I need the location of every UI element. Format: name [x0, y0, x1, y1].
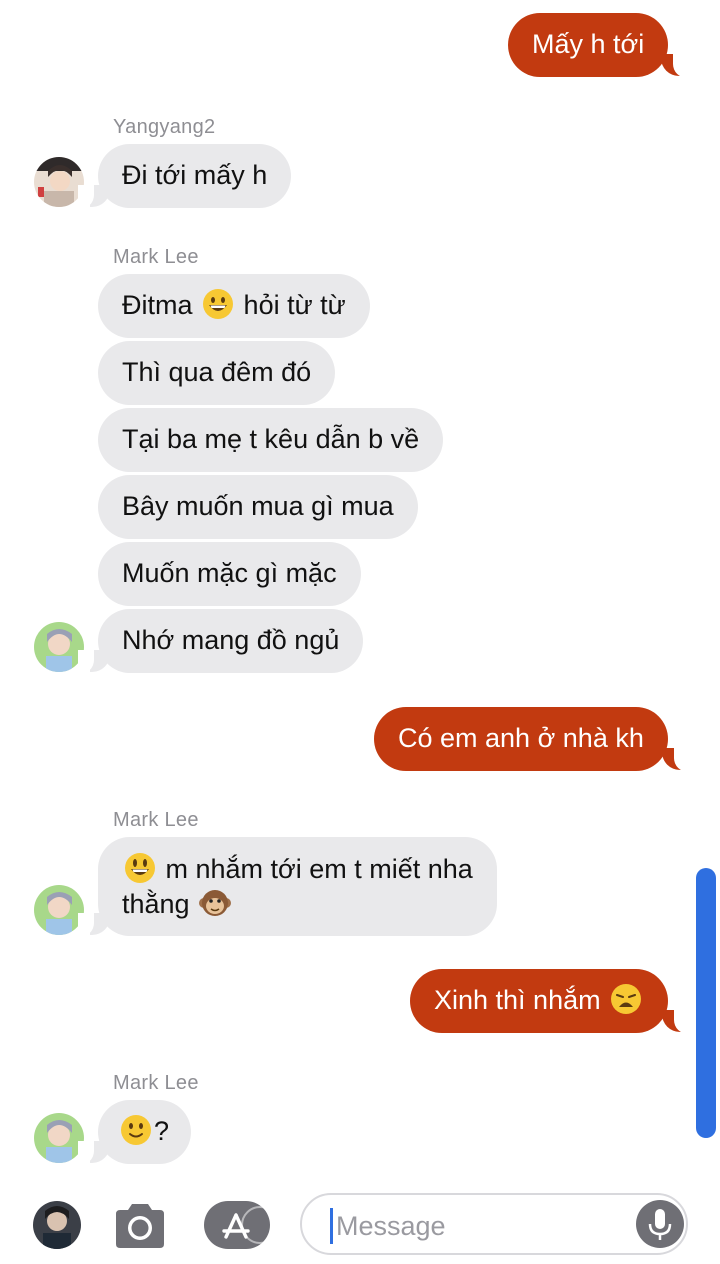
slightly-smiling-face-emoji: [121, 1115, 151, 1145]
avatar-mark-lee[interactable]: [34, 622, 84, 672]
outgoing-message[interactable]: Mấy h tới: [508, 13, 669, 77]
message-text: Muốn mặc gì mặc: [122, 558, 337, 588]
app-store-icon[interactable]: [204, 1201, 279, 1249]
avatar-mark-lee[interactable]: [34, 885, 84, 935]
message-text: hỏi từ từ: [243, 290, 346, 320]
scrollbar[interactable]: [696, 868, 716, 1138]
incoming-message[interactable]: ?: [98, 1100, 192, 1164]
message-text: Mấy h tới: [532, 29, 645, 59]
camera-icon[interactable]: [112, 1202, 168, 1250]
message-text: Bây muốn mua gì mua: [122, 491, 394, 521]
profile-avatar[interactable]: [33, 1201, 81, 1249]
message-text: ?: [154, 1116, 170, 1146]
avatar-mark-lee[interactable]: [34, 1113, 84, 1163]
sender-name: Mark Lee: [113, 246, 199, 268]
incoming-message[interactable]: Đi tới mấy h: [98, 144, 292, 208]
incoming-message[interactable]: Đitma hỏi từ từ: [98, 274, 370, 338]
incoming-message[interactable]: Nhớ mang đồ ngủ: [98, 609, 364, 673]
message-text: Tại ba mẹ t kêu dẫn b về: [122, 424, 420, 454]
message-input[interactable]: [334, 1203, 628, 1249]
message-text: Nhớ mang đồ ngủ: [122, 625, 340, 655]
incoming-message[interactable]: Tại ba mẹ t kêu dẫn b về: [98, 408, 444, 472]
sender-name: Mark Lee: [113, 1072, 199, 1094]
avatar-yangyang[interactable]: [34, 157, 84, 207]
text-cursor: [330, 1208, 333, 1244]
message-text: Đi tới mấy h: [122, 160, 268, 190]
sender-name: Yangyang2: [113, 116, 216, 138]
grinning-face-big-eyes-emoji: [125, 853, 155, 883]
sender-name: Mark Lee: [113, 809, 199, 831]
incoming-message[interactable]: Bây muốn mua gì mua: [98, 475, 418, 539]
incoming-message[interactable]: m nhắm tới em t miết nha thằng: [98, 837, 497, 936]
outgoing-message[interactable]: Xinh thì nhắm: [410, 969, 669, 1033]
message-text: Đitma: [122, 290, 193, 320]
message-text: Xinh thì nhắm: [434, 985, 601, 1015]
message-text: thằng: [122, 889, 190, 919]
message-text: m nhắm tới em t miết nha: [165, 854, 473, 884]
microphone-icon[interactable]: [636, 1200, 684, 1248]
message-text: Có em anh ở nhà kh: [398, 723, 644, 753]
weary-face-emoji: [611, 984, 642, 1014]
incoming-message[interactable]: Thì qua đêm đó: [98, 341, 336, 405]
monkey-face-emoji: [199, 890, 232, 916]
incoming-message[interactable]: Muốn mặc gì mặc: [98, 542, 361, 606]
message-field[interactable]: [300, 1193, 688, 1255]
message-text: Thì qua đêm đó: [122, 357, 312, 387]
outgoing-message[interactable]: Có em anh ở nhà kh: [374, 707, 668, 771]
grinning-face-emoji: [203, 289, 234, 319]
